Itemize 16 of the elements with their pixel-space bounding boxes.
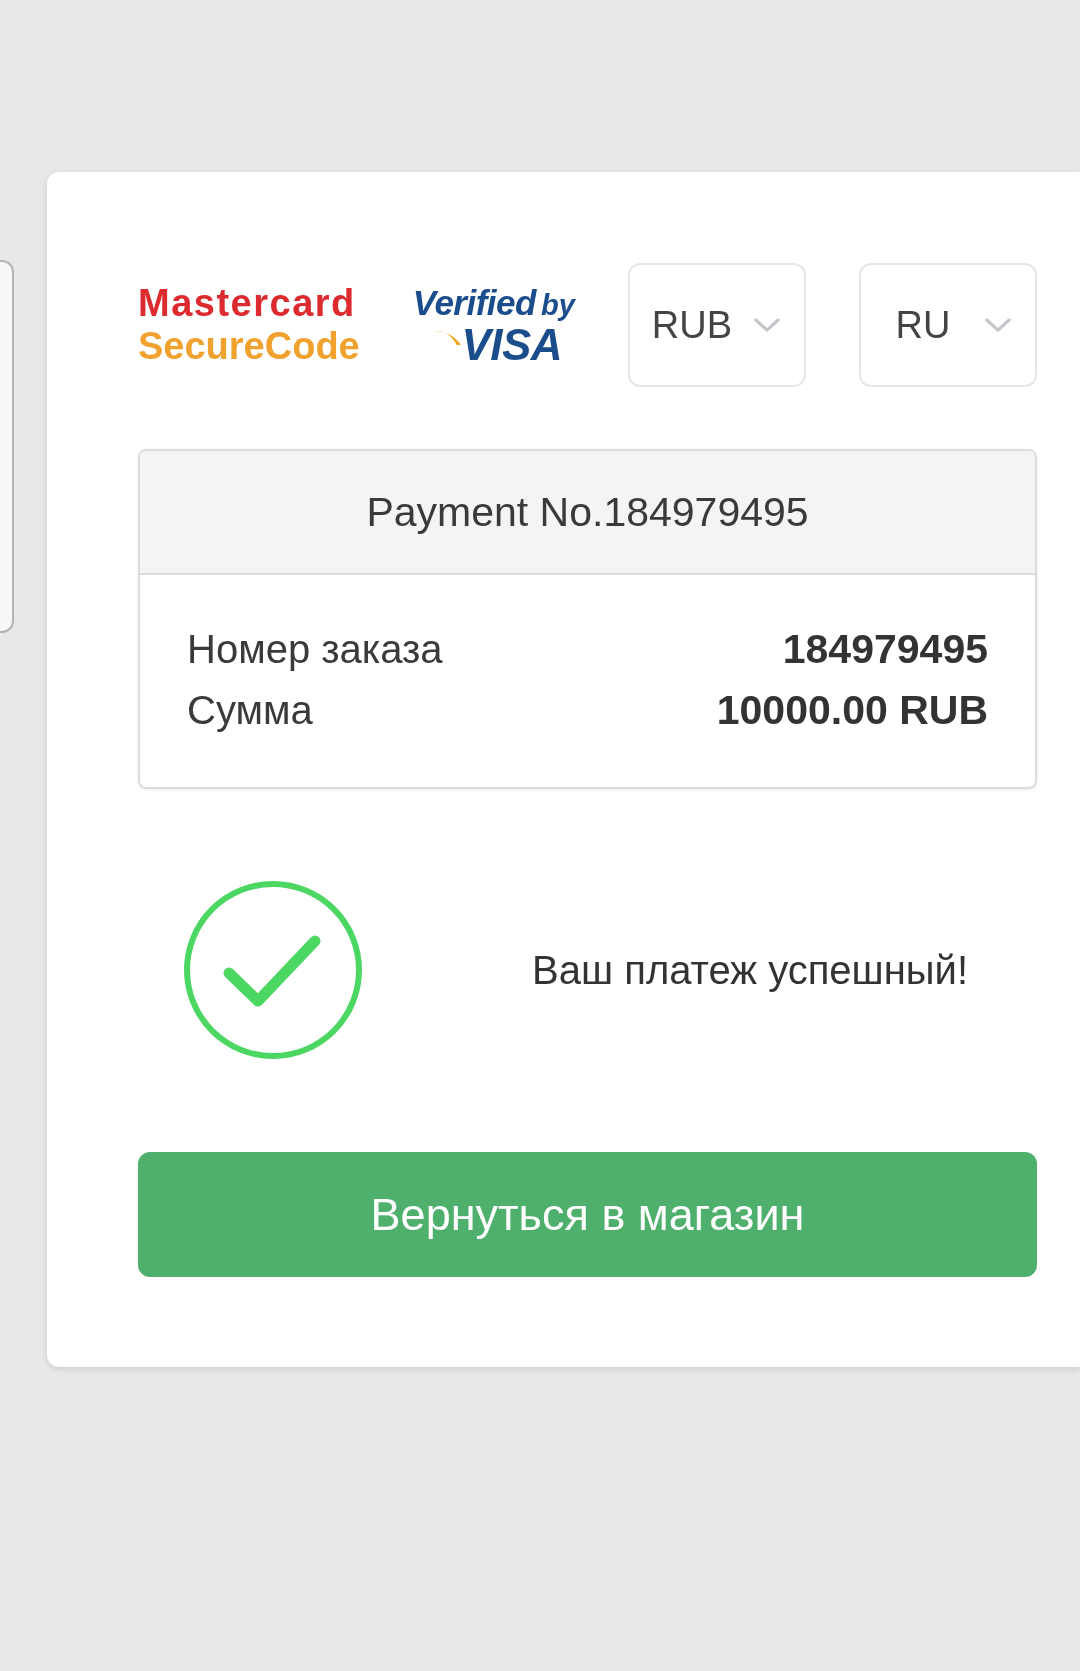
- dropdown-select[interactable]: RUB: [627, 263, 806, 387]
- status-message: Ваш платеж успешный!: [532, 947, 968, 993]
- logo-text: Verified: [412, 284, 536, 322]
- logo-text: SecureCode: [138, 325, 360, 368]
- chevron-down-icon: [984, 317, 1011, 333]
- logo-text: Mastercard: [138, 282, 356, 325]
- row-value: 10000.00 RUB: [716, 687, 988, 734]
- payment-title: Payment No.184979495: [366, 488, 809, 536]
- chevron-down-icon: [753, 317, 780, 333]
- logo-text: VISA: [461, 324, 563, 366]
- logo-text: by: [540, 288, 575, 323]
- row-value: 184979495: [782, 626, 988, 673]
- row-label: Сумма: [187, 688, 313, 733]
- check-circle-icon: [184, 881, 362, 1059]
- row-label: Номер заказа: [187, 627, 443, 672]
- dropdown-select[interactable]: RU: [858, 263, 1037, 387]
